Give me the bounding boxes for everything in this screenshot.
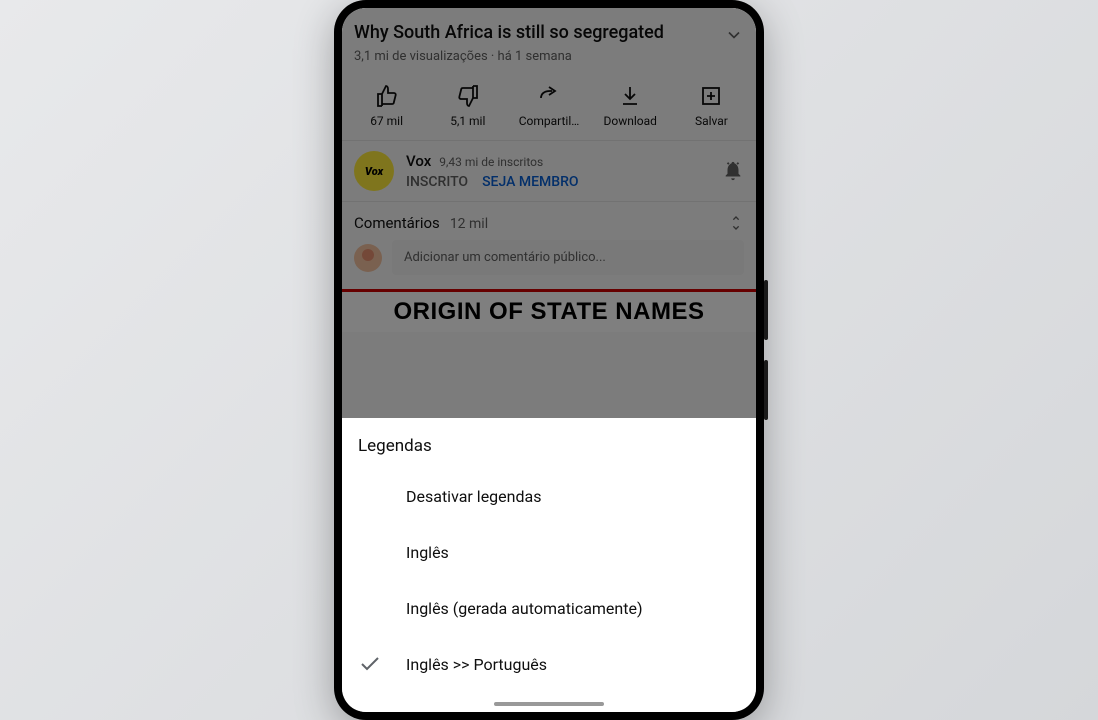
phone-frame: Why South Africa is still so segregated … <box>334 0 764 720</box>
caption-option-off[interactable]: Desativar legendas <box>342 468 756 524</box>
check-icon <box>358 652 382 676</box>
caption-option-english-auto[interactable]: Inglês (gerada automaticamente) <box>342 580 756 636</box>
caption-option-english[interactable]: Inglês <box>342 524 756 580</box>
sheet-title: Legendas <box>342 418 756 468</box>
phone-side-button <box>764 360 768 420</box>
caption-option-label: Inglês (gerada automaticamente) <box>406 599 643 618</box>
caption-option-label: Inglês >> Português <box>406 655 547 674</box>
caption-option-label: Inglês <box>406 543 449 562</box>
caption-option-english-portuguese[interactable]: Inglês >> Português <box>342 636 756 692</box>
phone-side-button <box>764 280 768 340</box>
captions-bottom-sheet: Legendas Desativar legendas Inglês Inglê… <box>342 418 756 712</box>
home-indicator[interactable] <box>494 702 604 706</box>
screen: Why South Africa is still so segregated … <box>342 8 756 712</box>
caption-option-label: Desativar legendas <box>406 487 541 506</box>
